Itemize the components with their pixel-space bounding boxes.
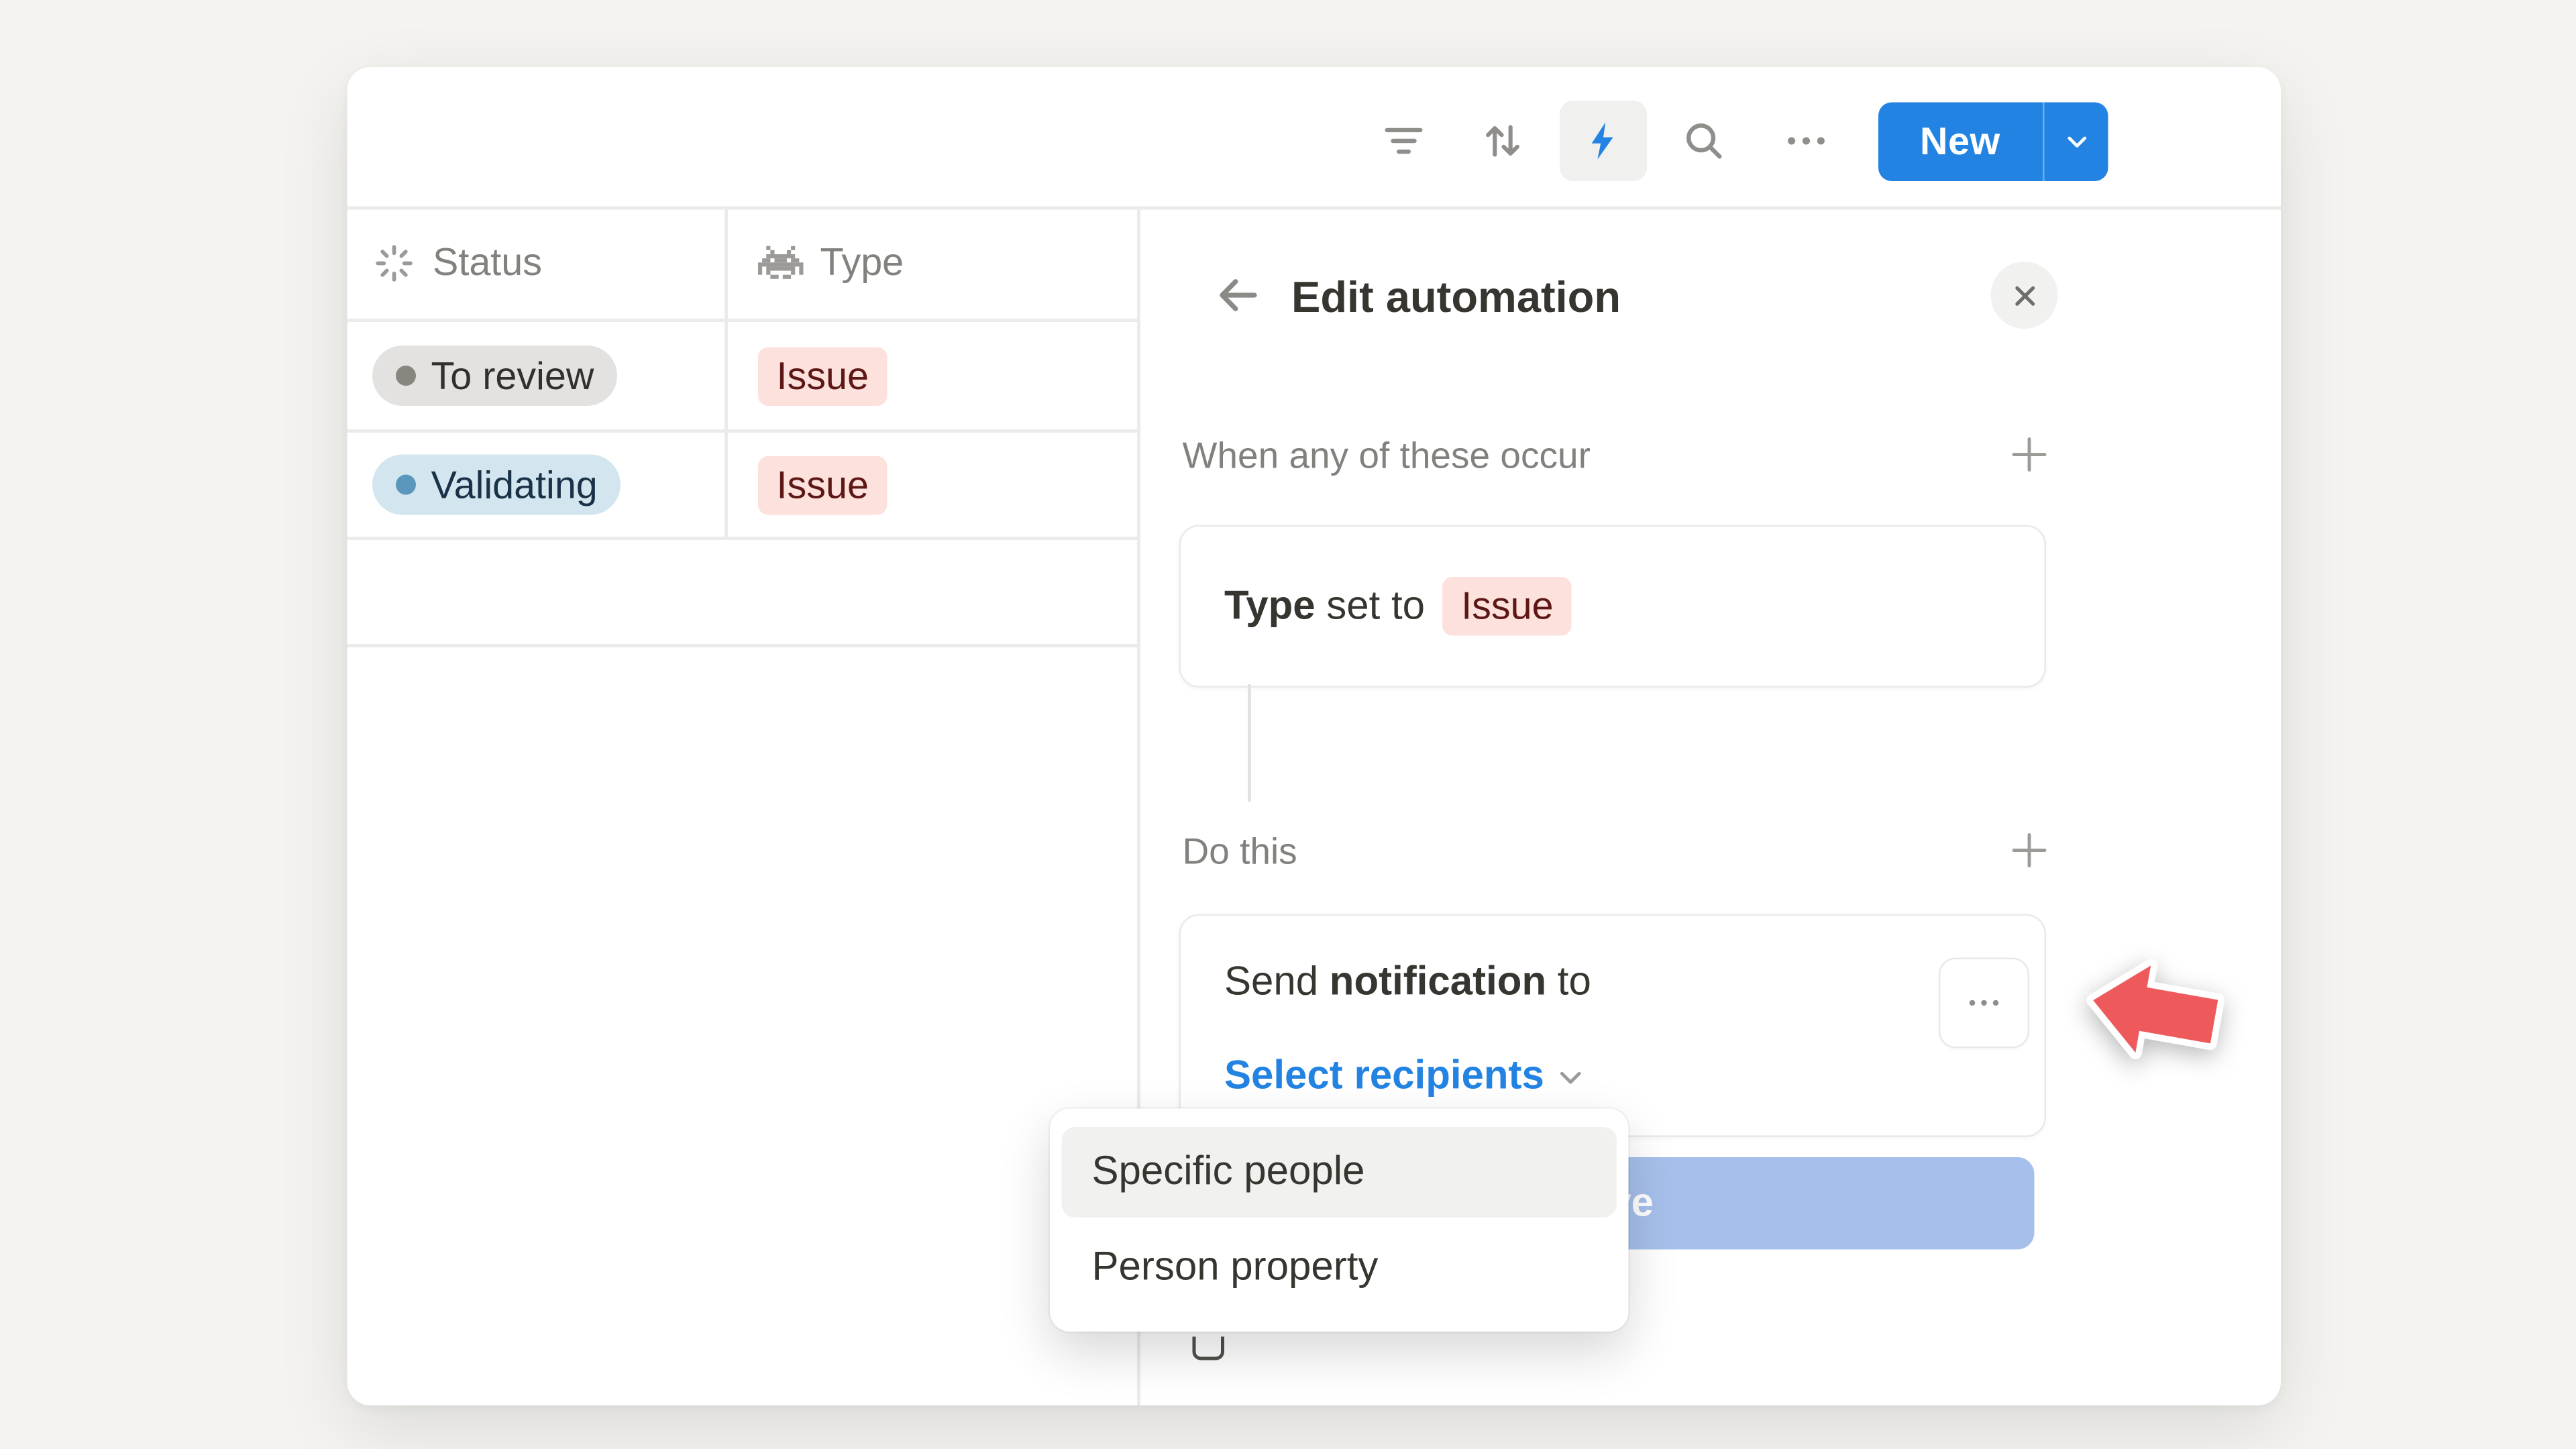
chevron-down-icon[interactable] [2045, 103, 2108, 182]
recipients-dropdown-menu: Specific people Person property [1050, 1109, 1629, 1332]
annotation-arrow-icon [2074, 946, 2237, 1088]
chevron-down-icon [1554, 1061, 1587, 1093]
column-header-label: Type [820, 240, 904, 286]
toolbar-divider [347, 207, 2282, 209]
panel-title: Edit automation [1291, 272, 1621, 324]
table-column-divider [724, 207, 727, 537]
action-suffix: to [1546, 959, 1591, 1006]
menu-item-label: Specific people [1092, 1149, 1365, 1196]
menu-item-label: Person property [1092, 1244, 1379, 1291]
table-line [347, 644, 1138, 647]
table-line [347, 537, 1138, 539]
trigger-card-text: Type set to Issue [1224, 527, 1572, 686]
stage: New Status [0, 0, 2576, 1449]
search-icon[interactable] [1680, 117, 1727, 164]
column-header-status[interactable]: Status [372, 207, 542, 319]
view-toolbar: New [347, 67, 2282, 207]
status-spinner-icon [372, 241, 416, 284]
status-dot [396, 366, 416, 386]
new-button-label[interactable]: New [1878, 103, 2042, 182]
add-trigger-plus-icon[interactable] [2008, 433, 2051, 476]
status-pill: To review [372, 345, 617, 406]
clipped-hidden-icon [1193, 1337, 1225, 1360]
status-pill-label: Validating [431, 462, 598, 508]
trigger-property: Type [1224, 583, 1316, 630]
menu-item-specific-people[interactable]: Specific people [1062, 1127, 1617, 1218]
ellipsis-icon [1964, 983, 2004, 1023]
add-action-plus-icon[interactable] [2008, 828, 2051, 872]
sort-icon[interactable] [1479, 117, 1526, 164]
trigger-card[interactable]: Type set to Issue [1179, 525, 2047, 688]
filter-icon[interactable] [1381, 117, 1428, 164]
table-cell-status[interactable]: To review [372, 345, 617, 406]
column-header-label: Status [433, 240, 542, 286]
menu-item-person-property[interactable]: Person property [1062, 1223, 1617, 1313]
select-recipients-label[interactable]: Select recipients [1224, 1053, 1544, 1100]
table-cell-type[interactable]: Issue [758, 456, 887, 515]
column-header-type[interactable]: Type [758, 207, 904, 319]
action-more-button[interactable] [1939, 958, 2029, 1049]
close-button[interactable] [1991, 262, 2058, 329]
table-line [347, 319, 1138, 321]
trigger-section-label: When any of these occur [1183, 435, 1591, 478]
back-arrow-icon[interactable] [1210, 268, 1267, 322]
action-emphasis: notification [1330, 959, 1546, 1006]
status-pill: Validating [372, 455, 621, 515]
table-cell-status[interactable]: Validating [372, 455, 621, 515]
status-pill-label: To review [431, 353, 594, 398]
ellipsis-icon[interactable] [1781, 117, 1831, 164]
type-tag: Issue [758, 347, 887, 407]
table-line [347, 429, 1138, 432]
connector-line [1248, 684, 1251, 802]
space-invader-icon [758, 245, 804, 280]
table-cell-type[interactable]: Issue [758, 347, 887, 407]
action-section-label: Do this [1183, 830, 1297, 874]
lightning-icon [1582, 119, 1625, 163]
status-dot [396, 475, 416, 495]
select-recipients-dropdown[interactable]: Select recipients [1224, 1053, 1586, 1100]
app-window: New Status [347, 67, 2282, 1405]
automations-button[interactable] [1560, 101, 1647, 181]
action-card[interactable]: Send notification to Select recipients [1179, 914, 2047, 1138]
new-button[interactable]: New [1878, 103, 2108, 182]
trigger-value-tag: Issue [1443, 577, 1572, 636]
action-prefix: Send [1224, 959, 1330, 1006]
type-tag: Issue [758, 456, 887, 515]
trigger-verb: set to [1316, 583, 1436, 630]
action-card-text: Send notification to [1224, 949, 1591, 1016]
close-icon [2008, 279, 2041, 311]
